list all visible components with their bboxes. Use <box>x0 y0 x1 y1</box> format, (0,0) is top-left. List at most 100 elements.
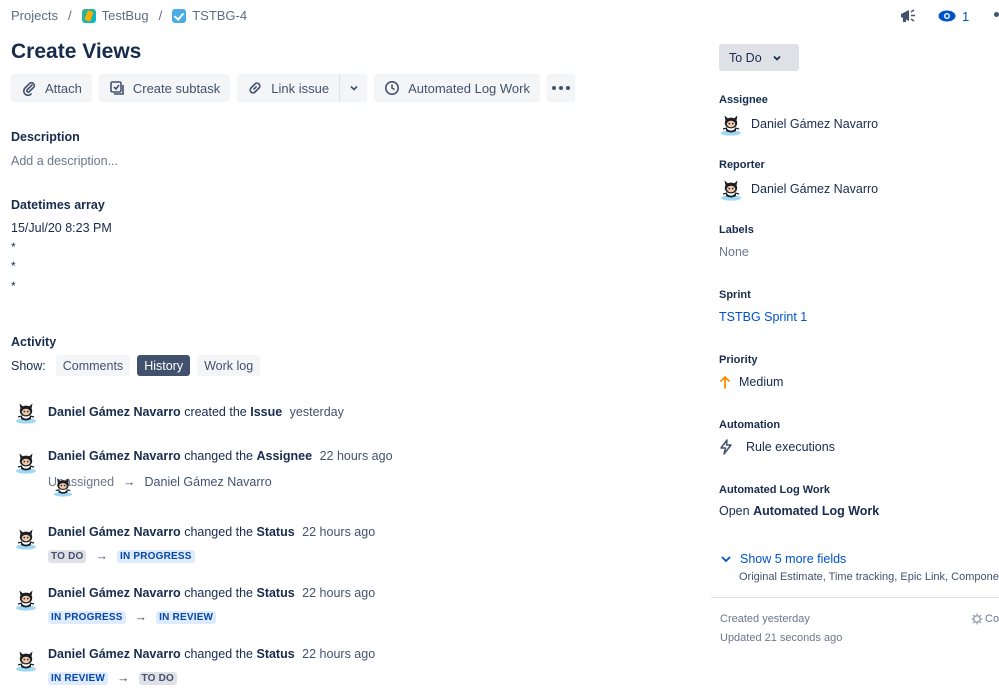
automated-log-work-button[interactable]: Automated Log Work <box>374 74 540 102</box>
configure-label: Co <box>985 613 999 625</box>
activity-filter: Show: Comments History Work log <box>11 355 267 376</box>
breadcrumb-issue-key[interactable]: TSTBG-4 <box>192 8 247 23</box>
updated-text: Updated 21 seconds ago <box>720 632 843 644</box>
issue-title[interactable]: Create Views <box>11 40 141 64</box>
tab-history[interactable]: History <box>137 355 191 376</box>
history-user[interactable]: Daniel Gámez Navarro <box>48 525 181 539</box>
datetimes-item: * <box>11 279 16 293</box>
history-user[interactable]: Daniel Gámez Navarro <box>48 586 181 600</box>
open-automated-log-work-link[interactable]: Open Automated Log Work <box>719 504 879 518</box>
assignee-value: Daniel Gámez Navarro <box>751 117 879 131</box>
reporter-field[interactable]: Daniel Gámez Navarro <box>719 177 878 201</box>
breadcrumb: Projects / TestBug / TSTBG-4 <box>11 8 247 23</box>
status-lozenge-from: IN PROGRESS <box>48 610 126 624</box>
datetimes-value[interactable]: 15/Jul/20 8:23 PM <box>11 221 112 235</box>
history-change: Unassigned → Daniel Gámez Navarro <box>48 475 272 489</box>
history-field: Status <box>256 525 295 539</box>
history-time: yesterday <box>289 405 344 419</box>
more-dot <box>552 86 556 90</box>
history-time: 22 hours ago <box>302 586 376 600</box>
breadcrumb-project[interactable]: TestBug <box>102 8 149 23</box>
chevron-down-icon <box>721 556 731 563</box>
history-entry-text: Daniel Gámez Navarro created the Issue y… <box>48 405 344 419</box>
status-lozenge-from: TO DO <box>48 549 87 563</box>
chevron-down-icon <box>773 55 781 61</box>
history-entry-text: Daniel Gámez Navarro changed the Assigne… <box>48 449 393 463</box>
history-field: Status <box>256 586 295 600</box>
history-field: Issue <box>250 405 283 419</box>
history-field: Status <box>256 647 295 661</box>
gear-icon <box>971 613 983 625</box>
automated-log-work-label: Automated Log Work <box>408 80 530 96</box>
issue-toolbar: Attach Create subtask Link issue Automat… <box>11 74 582 102</box>
link-icon <box>249 82 261 94</box>
more-dot <box>559 86 563 90</box>
description-input[interactable]: Add a description... <box>11 154 118 168</box>
history-time: 22 hours ago <box>319 449 393 463</box>
avatar <box>719 112 743 136</box>
link-issue-dropdown[interactable] <box>339 74 368 102</box>
show-more-fields-button[interactable]: Show 5 more fields <box>720 552 846 566</box>
project-icon <box>81 8 96 23</box>
automated-log-work-label: Automated Log Work <box>719 484 831 496</box>
sprint-link[interactable]: TSTBG Sprint 1 <box>719 310 807 324</box>
link-issue-label: Link issue <box>271 80 330 96</box>
more-actions-button[interactable] <box>547 74 575 102</box>
configure-button[interactable]: Co <box>971 613 999 625</box>
labels-field[interactable]: None <box>719 245 749 259</box>
reporter-value: Daniel Gámez Navarro <box>751 182 879 196</box>
feedback-megaphone-icon[interactable] <box>898 6 918 26</box>
create-subtask-button[interactable]: Create subtask <box>98 74 231 102</box>
avatar[interactable] <box>14 526 38 550</box>
datetimes-item: * <box>11 240 16 254</box>
lightning-bolt-icon <box>720 439 732 455</box>
arrow-right-icon: → <box>134 610 148 624</box>
attach-label: Attach <box>45 80 82 96</box>
assignee-label: Assignee <box>719 94 768 106</box>
more-dot <box>566 86 570 90</box>
history-user[interactable]: Daniel Gámez Navarro <box>48 647 181 661</box>
rule-executions-link[interactable]: Rule executions <box>719 439 835 455</box>
breadcrumb-projects[interactable]: Projects <box>11 8 58 23</box>
arrow-right-icon: → <box>117 671 130 685</box>
history-action: changed the <box>184 449 253 463</box>
status-transition-button[interactable]: To Do <box>719 44 799 71</box>
history-user[interactable]: Daniel Gámez Navarro <box>48 405 181 419</box>
reporter-label: Reporter <box>719 159 765 171</box>
history-user[interactable]: Daniel Gámez Navarro <box>48 449 181 463</box>
status-lozenge-to: IN PROGRESS <box>116 549 195 563</box>
history-entry-text: Daniel Gámez Navarro changed the Status … <box>48 586 375 600</box>
status-label: To Do <box>729 50 762 65</box>
watch-button[interactable]: 1 <box>938 9 969 24</box>
automation-label: Automation <box>719 419 781 431</box>
avatar[interactable] <box>14 648 38 672</box>
avatar[interactable] <box>14 400 38 424</box>
subtask-icon <box>110 81 124 95</box>
chevron-down-icon <box>350 85 358 91</box>
history-to: Daniel Gámez Navarro <box>144 475 272 489</box>
more-dots-icon[interactable] <box>994 12 999 17</box>
link-issue-button[interactable]: Link issue <box>237 74 340 102</box>
status-lozenge-to: IN REVIEW <box>156 610 217 624</box>
activity-heading: Activity <box>11 335 57 349</box>
show-label: Show: <box>11 358 46 373</box>
breadcrumb-separator: / <box>158 8 163 23</box>
priority-medium-arrow-icon <box>720 375 730 389</box>
avatar[interactable] <box>52 475 74 497</box>
status-lozenge-to: TO DO <box>138 671 178 685</box>
attach-button[interactable]: Attach <box>11 74 92 102</box>
history-action: changed the <box>184 586 253 600</box>
avatar[interactable] <box>14 450 38 474</box>
assignee-field[interactable]: Daniel Gámez Navarro <box>719 112 878 136</box>
tab-work-log[interactable]: Work log <box>197 355 261 376</box>
history-action: created the <box>184 405 247 419</box>
automated-log-work-value: Automated Log Work <box>753 504 880 518</box>
history-entry-text: Daniel Gámez Navarro changed the Status … <box>48 647 375 661</box>
tab-comments[interactable]: Comments <box>55 355 131 376</box>
avatar[interactable] <box>14 587 38 611</box>
priority-field[interactable]: Medium <box>719 375 783 389</box>
labels-label: Labels <box>719 224 754 236</box>
priority-label: Priority <box>719 354 758 366</box>
history-change: IN PROGRESS → IN REVIEW <box>48 610 217 624</box>
automation-value: Rule executions <box>746 440 835 454</box>
